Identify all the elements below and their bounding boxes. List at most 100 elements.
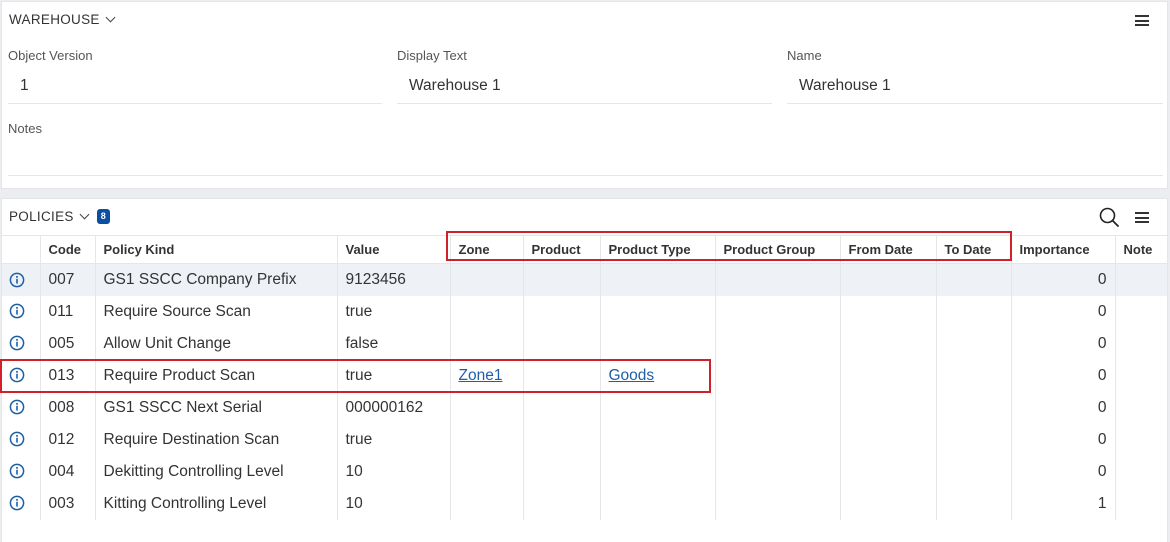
hamburger-menu-icon[interactable] — [1135, 212, 1149, 223]
display-text-field[interactable]: Warehouse 1 — [409, 77, 501, 95]
cell-product — [522, 263, 600, 296]
info-icon[interactable] — [9, 367, 25, 383]
cell-kind: Kitting Controlling Level — [94, 487, 337, 520]
chevron-down-icon[interactable] — [105, 12, 116, 23]
info-icon[interactable] — [9, 399, 25, 415]
cell-to-date — [935, 455, 1011, 488]
cell-from-date — [839, 487, 936, 520]
cell-kind: Require Source Scan — [94, 295, 337, 328]
info-icon[interactable] — [9, 303, 25, 319]
cell-value: false — [336, 327, 450, 360]
table-header-row: Code Policy Kind Value Zone Product Prod… — [2, 235, 1167, 264]
cell-product-group — [714, 295, 840, 328]
chevron-down-icon[interactable] — [79, 209, 90, 220]
col-header-product[interactable]: Product — [522, 235, 600, 264]
cell-product-group — [714, 359, 840, 392]
cell-note — [1114, 263, 1167, 296]
table-row[interactable]: 011 Require Source Scan true 0 — [2, 295, 1167, 328]
info-cell — [2, 360, 40, 392]
cell-from-date — [839, 295, 936, 328]
info-icon[interactable] — [9, 463, 25, 479]
col-header-code[interactable]: Code — [39, 235, 95, 264]
info-icon[interactable] — [9, 272, 25, 288]
cell-kind: GS1 SSCC Next Serial — [94, 391, 337, 424]
table-row[interactable]: 003 Kitting Controlling Level 10 1 — [2, 487, 1167, 520]
cell-value: true — [336, 423, 450, 456]
search-icon[interactable] — [1099, 207, 1119, 227]
hamburger-menu-icon[interactable] — [1135, 15, 1149, 26]
cell-code: 003 — [39, 487, 95, 520]
cell-importance: 0 — [1010, 455, 1115, 488]
cell-code: 008 — [39, 391, 95, 424]
table-row[interactable]: 007 GS1 SSCC Company Prefix 9123456 0 — [2, 263, 1167, 296]
cell-product-group — [714, 423, 840, 456]
col-header-product-type[interactable]: Product Type — [599, 235, 715, 264]
col-header-product-group[interactable]: Product Group — [714, 235, 840, 264]
cell-code: 004 — [39, 455, 95, 488]
col-header-from-date[interactable]: From Date — [839, 235, 936, 264]
cell-product — [522, 327, 600, 360]
cell-note — [1114, 487, 1167, 520]
info-icon[interactable] — [9, 431, 25, 447]
table-row[interactable]: 008 GS1 SSCC Next Serial 000000162 0 — [2, 391, 1167, 424]
info-cell — [2, 456, 40, 488]
cell-code: 007 — [39, 263, 95, 296]
object-version-field[interactable]: 1 — [20, 77, 29, 95]
table-row[interactable]: 005 Allow Unit Change false 0 — [2, 327, 1167, 360]
name-label: Name — [787, 48, 822, 63]
cell-value: 10 — [336, 487, 450, 520]
name-field[interactable]: Warehouse 1 — [799, 77, 891, 95]
info-cell — [2, 328, 40, 360]
warehouse-header[interactable]: WAREHOUSE — [9, 12, 116, 27]
cell-product-group — [714, 487, 840, 520]
cell-product-type: Goods — [599, 359, 715, 392]
cell-code: 011 — [39, 295, 95, 328]
cell-value: 10 — [336, 455, 450, 488]
cell-product-type — [599, 327, 715, 360]
col-header-policy-kind[interactable]: Policy Kind — [94, 235, 337, 264]
info-cell — [2, 488, 40, 520]
cell-product-type — [599, 455, 715, 488]
cell-product-type — [599, 423, 715, 456]
notes-underline — [8, 175, 1163, 176]
info-cell — [2, 296, 40, 328]
cell-product — [522, 391, 600, 424]
cell-value: 000000162 — [336, 391, 450, 424]
zone-link[interactable]: Zone1 — [459, 367, 503, 384]
cell-zone — [449, 327, 523, 360]
info-cell — [2, 424, 40, 456]
policies-table: Code Policy Kind Value Zone Product Prod… — [2, 235, 1167, 520]
object-version-underline — [8, 103, 382, 104]
col-header-note[interactable]: Note — [1114, 235, 1167, 264]
cell-zone — [449, 295, 523, 328]
cell-to-date — [935, 327, 1011, 360]
info-icon[interactable] — [9, 335, 25, 351]
col-header-to-date[interactable]: To Date — [935, 235, 1011, 264]
cell-value: 9123456 — [336, 263, 450, 296]
product-type-link[interactable]: Goods — [609, 367, 655, 384]
info-icon[interactable] — [9, 495, 25, 511]
info-cell — [2, 263, 40, 296]
table-row[interactable]: 012 Require Destination Scan true 0 — [2, 423, 1167, 456]
col-header-value[interactable]: Value — [336, 235, 450, 264]
policies-header[interactable]: POLICIES 8 — [9, 209, 110, 224]
cell-importance: 0 — [1010, 423, 1115, 456]
cell-product — [522, 455, 600, 488]
cell-importance: 0 — [1010, 263, 1115, 296]
table-row[interactable]: 013 Require Product Scan true Zone1 Goods 0 — [2, 359, 1167, 392]
cell-from-date — [839, 423, 936, 456]
cell-product-group — [714, 455, 840, 488]
cell-importance: 0 — [1010, 391, 1115, 424]
cell-zone — [449, 391, 523, 424]
table-row[interactable]: 004 Dekitting Controlling Level 10 0 — [2, 455, 1167, 488]
cell-product-group — [714, 391, 840, 424]
cell-product — [522, 487, 600, 520]
col-header-zone[interactable]: Zone — [449, 235, 523, 264]
col-header-importance[interactable]: Importance — [1010, 235, 1115, 264]
cell-note — [1114, 359, 1167, 392]
cell-note — [1114, 423, 1167, 456]
cell-from-date — [839, 327, 936, 360]
cell-kind: Allow Unit Change — [94, 327, 337, 360]
info-cell — [2, 392, 40, 424]
cell-importance: 0 — [1010, 359, 1115, 392]
